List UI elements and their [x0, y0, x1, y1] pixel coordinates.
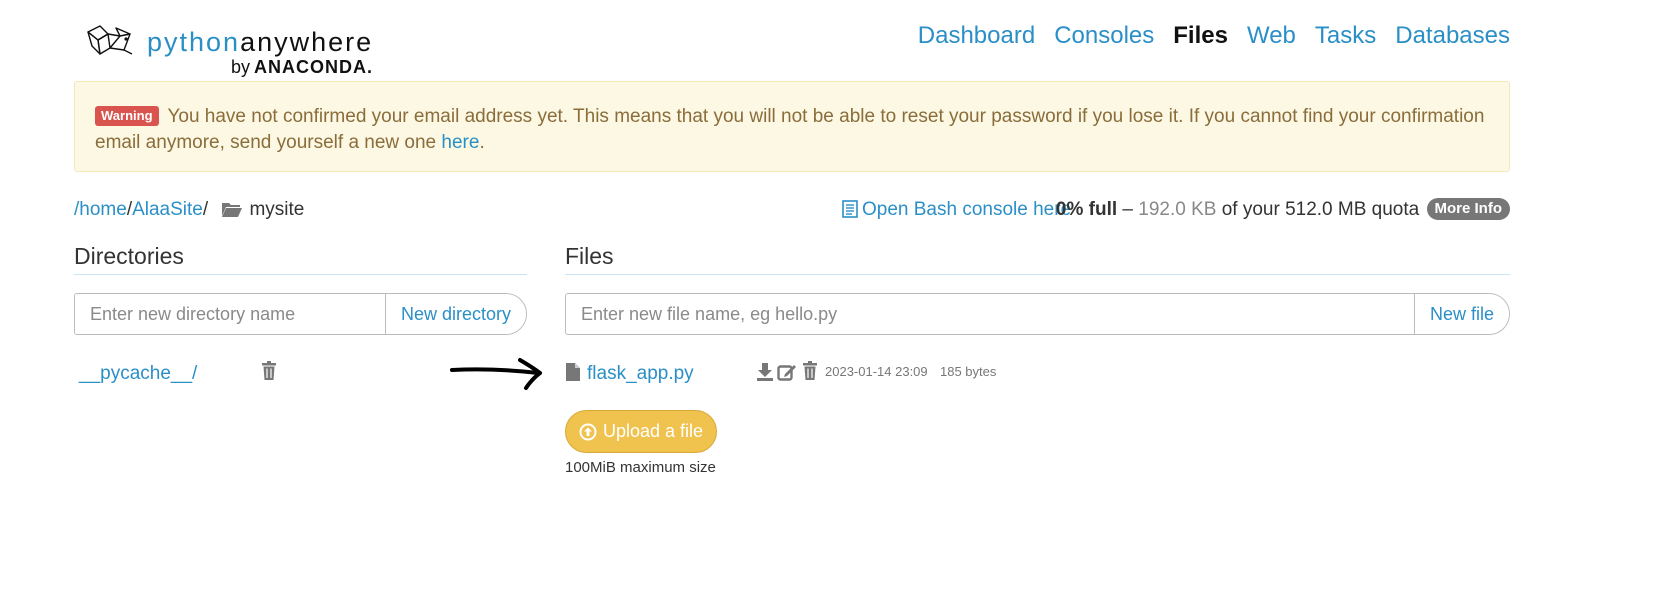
new-directory-form: New directory — [74, 293, 527, 335]
warning-text-end: . — [479, 132, 485, 153]
email-warning-alert: Warning You have not confirmed your emai… — [74, 81, 1510, 172]
nav-web[interactable]: Web — [1247, 20, 1296, 52]
file-modified-date: 2023-01-14 23:09 — [825, 364, 928, 379]
folder-open-icon — [221, 200, 243, 226]
top-nav: Dashboard Consoles Files Web Tasks Datab… — [918, 20, 1510, 52]
nav-consoles[interactable]: Consoles — [1054, 20, 1154, 52]
upload-circle-arrow-icon — [579, 423, 597, 440]
quota-total: of your 512.0 MB quota — [1216, 199, 1420, 220]
new-directory-button[interactable]: New directory — [384, 294, 526, 334]
new-directory-input[interactable] — [75, 294, 385, 334]
quota-used: 192.0 KB — [1138, 199, 1217, 220]
upload-file-button[interactable]: Upload a file — [565, 410, 717, 453]
breadcrumb-user[interactable]: AlaaSite — [132, 199, 203, 220]
edit-icon[interactable] — [777, 362, 797, 387]
open-bash-console-link[interactable]: Open Bash console here — [842, 197, 1071, 223]
new-file-button[interactable]: New file — [1413, 294, 1509, 334]
resend-confirmation-link[interactable]: here — [441, 132, 479, 153]
files-title: Files — [565, 243, 614, 269]
breadcrumb-home[interactable]: /home — [74, 199, 127, 220]
file-size: 185 bytes — [940, 364, 997, 379]
file-icon — [565, 362, 581, 387]
upload-size-note: 100MiB maximum size — [565, 459, 716, 476]
file-item-flask-app[interactable]: flask_app.py — [587, 363, 694, 385]
hand-drawn-arrow-icon — [450, 358, 542, 390]
directories-title: Directories — [74, 243, 184, 269]
directory-item-pycache[interactable]: __pycache__/ — [79, 363, 197, 385]
console-icon — [842, 200, 858, 218]
download-icon[interactable] — [756, 362, 774, 387]
more-info-button[interactable]: More Info — [1426, 198, 1510, 220]
breadcrumb: /home/AlaaSite/ mysite — [74, 197, 304, 226]
logo-wordmark: pythonanywhere — [147, 27, 374, 57]
disk-quota: 0% full – 192.0 KB of your 512.0 MB quot… — [1056, 197, 1510, 223]
nav-tasks[interactable]: Tasks — [1315, 20, 1376, 52]
quota-dash: – — [1117, 199, 1139, 220]
delete-directory-trash-icon[interactable] — [261, 361, 277, 386]
upload-file-label: Upload a file — [602, 421, 704, 441]
breadcrumb-current: mysite — [249, 199, 305, 220]
nav-databases[interactable]: Databases — [1395, 20, 1510, 52]
logo-mark-icon — [87, 25, 133, 55]
warning-badge: Warning — [95, 106, 159, 126]
new-file-input[interactable] — [566, 294, 1414, 334]
logo-byline: by ANACONDA. — [231, 57, 374, 77]
files-divider — [565, 274, 1510, 275]
delete-file-trash-icon[interactable] — [802, 361, 818, 386]
new-file-form: New file — [565, 293, 1510, 335]
nav-dashboard[interactable]: Dashboard — [918, 20, 1035, 52]
breadcrumb-separator: / — [202, 199, 209, 220]
directories-divider — [74, 274, 527, 275]
pythonanywhere-logo[interactable]: pythonanywhere by ANACONDA. — [86, 24, 376, 78]
nav-files[interactable]: Files — [1173, 20, 1228, 52]
warning-text: You have not confirmed your email addres… — [95, 106, 1485, 153]
quota-percent: 0% full — [1055, 199, 1118, 220]
open-bash-console-label: Open Bash console here — [862, 199, 1072, 220]
